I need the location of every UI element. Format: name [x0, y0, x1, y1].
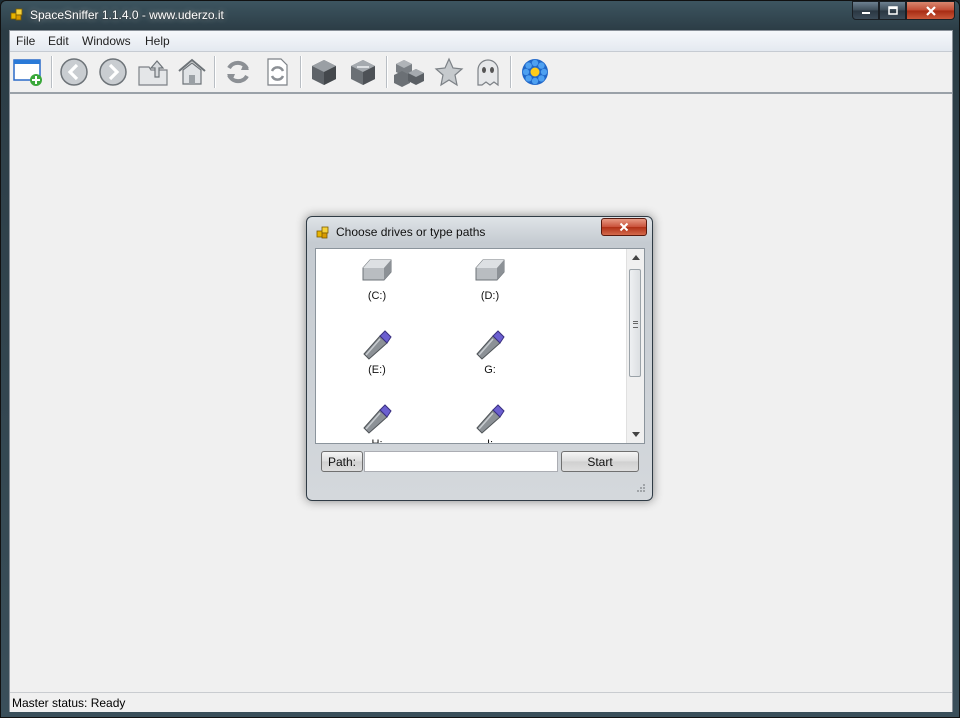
- dialog-title: Choose drives or type paths: [336, 225, 486, 239]
- drive-item-d[interactable]: (D:): [445, 253, 535, 302]
- menu-edit[interactable]: Edit: [48, 34, 69, 48]
- usb-drive-icon: [363, 404, 392, 434]
- arrow-up-icon: [631, 255, 640, 260]
- close-icon: [619, 222, 629, 232]
- scroll-up-arrow[interactable]: [627, 249, 644, 266]
- menu-help[interactable]: Help: [145, 34, 170, 48]
- choose-drives-dialog: Choose drives or type paths (C:) (D:) (E…: [306, 216, 653, 501]
- zoom-in-cube-button[interactable]: [308, 56, 340, 88]
- path-input[interactable]: [364, 451, 558, 472]
- cubes-button[interactable]: [394, 56, 426, 88]
- new-window-icon: [13, 59, 42, 86]
- status-text: Master status: Ready: [12, 696, 126, 710]
- drive-item-h[interactable]: H:: [332, 401, 422, 444]
- grip-icon: [633, 321, 638, 328]
- zoom-out-cube-icon: [351, 60, 375, 85]
- ghost-icon: [477, 59, 499, 87]
- flower-settings-icon: [522, 59, 548, 85]
- up-folder-button[interactable]: [137, 56, 169, 88]
- toolbar: [10, 52, 952, 94]
- menu-file[interactable]: File: [16, 34, 35, 48]
- zoom-out-cube-button[interactable]: [347, 56, 379, 88]
- minimize-button[interactable]: [852, 1, 879, 20]
- menu-bar: File Edit Windows Help: [10, 31, 952, 52]
- drive-label: (E:): [368, 364, 386, 376]
- title-bar[interactable]: SpaceSniffer 1.1.4.0 - www.uderzo.it: [1, 1, 959, 29]
- forward-icon: [99, 58, 127, 86]
- home-button[interactable]: [176, 56, 208, 88]
- dialog-close-button[interactable]: [601, 218, 647, 236]
- star-icon: [434, 57, 464, 87]
- scroll-thumb[interactable]: [629, 269, 641, 377]
- toolbar-separator: [300, 56, 302, 88]
- drive-label: I:: [486, 438, 494, 444]
- zoom-in-cube-icon: [312, 60, 336, 85]
- back-button[interactable]: [58, 56, 90, 88]
- maximize-icon: [887, 5, 898, 15]
- forward-button[interactable]: [97, 56, 129, 88]
- menu-windows[interactable]: Windows: [82, 34, 131, 48]
- new-window-button[interactable]: [12, 56, 44, 88]
- drive-item-i[interactable]: I:: [445, 401, 535, 444]
- refresh-document-icon: [267, 58, 288, 86]
- scroll-down-arrow[interactable]: [627, 426, 644, 443]
- drive-label: (C:): [367, 290, 387, 302]
- settings-button[interactable]: [519, 56, 551, 88]
- ghost-button[interactable]: [472, 56, 504, 88]
- path-row: Path: Start: [315, 447, 645, 475]
- toolbar-separator: [510, 56, 512, 88]
- start-button[interactable]: Start: [561, 451, 639, 472]
- toolbar-separator: [51, 56, 53, 88]
- usb-drive-icon: [476, 404, 505, 434]
- home-icon: [178, 58, 206, 85]
- app-icon: [316, 226, 329, 239]
- close-button[interactable]: [906, 1, 955, 20]
- usb-drive-icon: [363, 330, 392, 360]
- refresh-button[interactable]: [222, 56, 254, 88]
- status-bar: Master status: Ready: [10, 692, 952, 712]
- hard-drive-icon: [362, 259, 392, 281]
- refresh-icon: [227, 60, 249, 84]
- back-icon: [60, 58, 88, 86]
- app-icon: [10, 8, 23, 21]
- cubes-icon: [394, 60, 424, 87]
- window-title: SpaceSniffer 1.1.4.0 - www.uderzo.it: [30, 8, 224, 22]
- up-folder-icon: [138, 60, 168, 86]
- drive-item-c[interactable]: (C:): [332, 253, 422, 302]
- path-button[interactable]: Path:: [321, 451, 363, 472]
- caption-buttons: [852, 1, 955, 21]
- drive-label: (D:): [480, 290, 500, 302]
- toolbar-separator: [214, 56, 216, 88]
- favorites-button[interactable]: [433, 56, 465, 88]
- drive-list[interactable]: (C:) (D:) (E:) G: H: I:: [315, 248, 645, 444]
- vertical-scrollbar[interactable]: [626, 249, 644, 443]
- arrow-down-icon: [631, 432, 640, 437]
- drive-item-g[interactable]: G:: [445, 327, 535, 376]
- maximize-button[interactable]: [879, 1, 906, 20]
- resize-grip-icon[interactable]: [636, 483, 646, 493]
- toolbar-separator: [386, 56, 388, 88]
- usb-drive-icon: [476, 330, 505, 360]
- drive-item-e[interactable]: (E:): [332, 327, 422, 376]
- drive-label: H:: [371, 438, 383, 444]
- close-icon: [925, 5, 936, 16]
- drive-label: G:: [484, 364, 496, 376]
- refresh-document-button[interactable]: [261, 56, 293, 88]
- hard-drive-icon: [475, 259, 505, 281]
- minimize-icon: [861, 11, 870, 14]
